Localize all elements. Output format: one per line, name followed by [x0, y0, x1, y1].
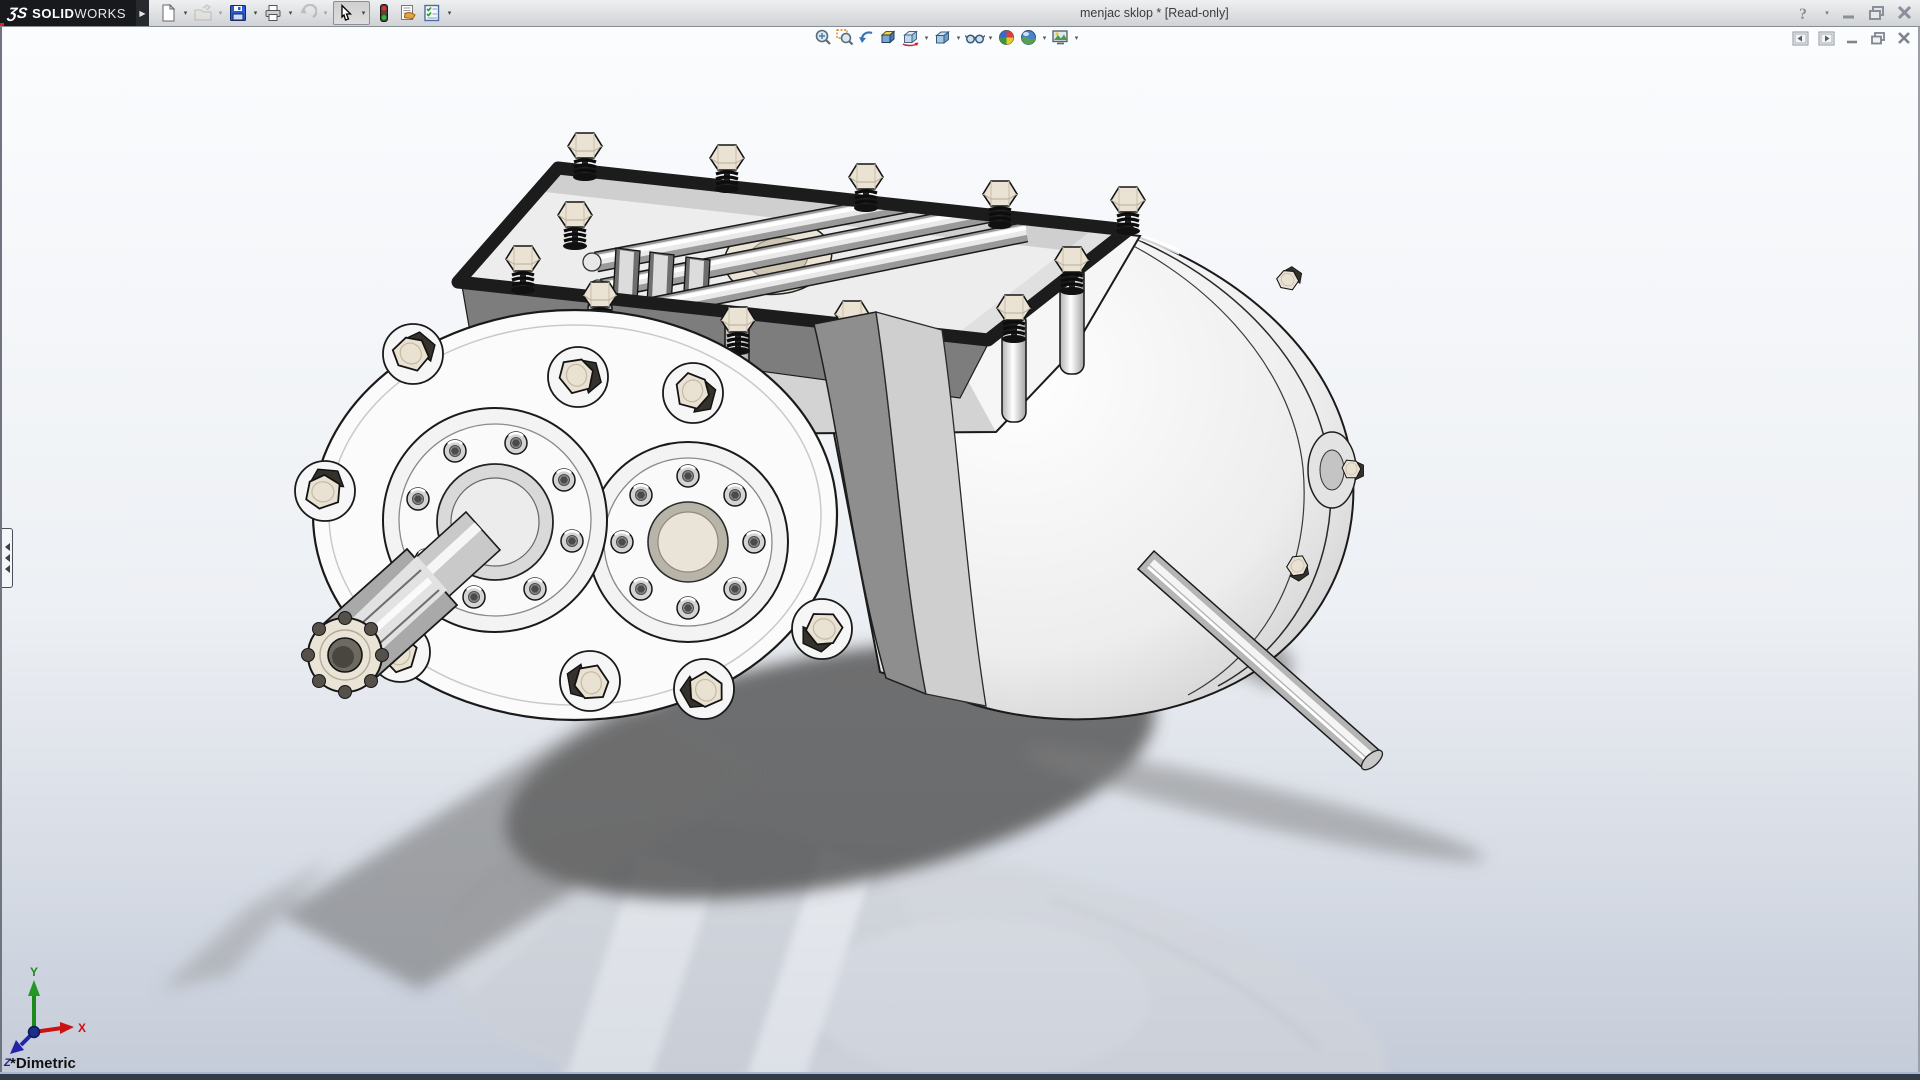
select-tool-group: ▾ [333, 1, 370, 25]
new-dropdown[interactable]: ▾ [180, 2, 191, 24]
view-orientation-button[interactable] [900, 28, 921, 47]
print-dropdown[interactable]: ▾ [285, 2, 296, 24]
svg-text:?: ? [1799, 6, 1807, 22]
viewport-3d[interactable]: Y X Z [0, 0, 1920, 1080]
undo-dropdown[interactable]: ▾ [320, 2, 331, 24]
edit-appearance-button[interactable] [996, 28, 1017, 47]
menu-flyout-arrow[interactable]: ▶ [136, 0, 149, 27]
triad-x-label: X [78, 1021, 86, 1035]
file-properties-button[interactable] [396, 2, 420, 24]
previous-view-button[interactable] [856, 28, 877, 47]
feature-pane-right-button[interactable] [1817, 30, 1836, 46]
help-dropdown[interactable]: ▾ [1822, 3, 1832, 23]
open-button[interactable] [191, 2, 215, 24]
options-button[interactable] [420, 2, 444, 24]
viewport-border [0, 26, 1920, 27]
help-button[interactable]: ? [1794, 3, 1816, 23]
collapse-arrow-icon [5, 543, 10, 551]
collapse-arrow-icon [5, 554, 10, 562]
view-orientation-label: *Dimetric [10, 1055, 76, 1072]
zoom-to-fit-button[interactable] [812, 28, 833, 47]
view-orientation-dropdown[interactable]: ▾ [922, 34, 931, 42]
minimize-button[interactable] [1838, 3, 1860, 23]
feature-tree-collapsed-tab[interactable] [2, 528, 13, 588]
solidworks-logo: ƷS SOLIDWORKS [0, 0, 136, 27]
select-dropdown[interactable]: ▾ [358, 2, 369, 24]
print-button[interactable] [261, 2, 285, 24]
triad-y-label: Y [30, 965, 38, 979]
save-dropdown[interactable]: ▾ [250, 2, 261, 24]
ds-logo-mark: ƷS [7, 5, 29, 22]
close-document-button[interactable] [1895, 30, 1914, 46]
zoom-to-area-button[interactable] [834, 28, 855, 47]
document-controls [1791, 30, 1914, 46]
brand-solid: SOLID [32, 6, 74, 21]
view-settings-button[interactable] [1050, 28, 1071, 47]
display-style-dropdown[interactable]: ▾ [954, 34, 963, 42]
title-bar: ƷS SOLIDWORKS ▶ ▾ ▾ ▾ ▾ ▾ ▾ [0, 0, 1920, 27]
collapse-arrow-icon [5, 565, 10, 573]
options-dropdown[interactable]: ▾ [444, 2, 455, 24]
save-button[interactable] [226, 2, 250, 24]
open-dropdown[interactable]: ▾ [215, 2, 226, 24]
close-button[interactable] [1894, 3, 1916, 23]
main-toolbar: ▾ ▾ ▾ ▾ ▾ ▾ ▾ [156, 1, 455, 25]
apply-scene-button[interactable] [1018, 28, 1039, 47]
undo-button[interactable] [296, 2, 320, 24]
hide-show-items-button[interactable] [964, 28, 985, 47]
apply-scene-dropdown[interactable]: ▾ [1040, 34, 1049, 42]
restore-button[interactable] [1866, 3, 1888, 23]
feature-pane-left-button[interactable] [1791, 30, 1810, 46]
right-flange[interactable] [588, 442, 788, 642]
minimize-document-button[interactable] [1843, 30, 1862, 46]
view-settings-dropdown[interactable]: ▾ [1072, 34, 1081, 42]
document-title: menjac sklop * [Read-only] [1080, 6, 1229, 20]
rebuild-button[interactable] [372, 2, 396, 24]
restore-document-button[interactable] [1869, 30, 1888, 46]
display-style-button[interactable] [932, 28, 953, 47]
section-view-button[interactable] [878, 28, 899, 47]
headsup-toolbar: ▾ ▾ ▾ ▾ ▾ [812, 28, 1081, 47]
window-controls: ? ▾ [1794, 3, 1916, 23]
new-button[interactable] [156, 2, 180, 24]
solidworks-window: Y X Z ƷS SOLIDWORKS ▶ ▾ ▾ ▾ ▾ ▾ [0, 0, 1920, 1080]
select-button[interactable] [334, 2, 358, 24]
window-bottom-edge [0, 1072, 1920, 1080]
hide-show-items-dropdown[interactable]: ▾ [986, 34, 995, 42]
brand-works: WORKS [74, 6, 126, 21]
